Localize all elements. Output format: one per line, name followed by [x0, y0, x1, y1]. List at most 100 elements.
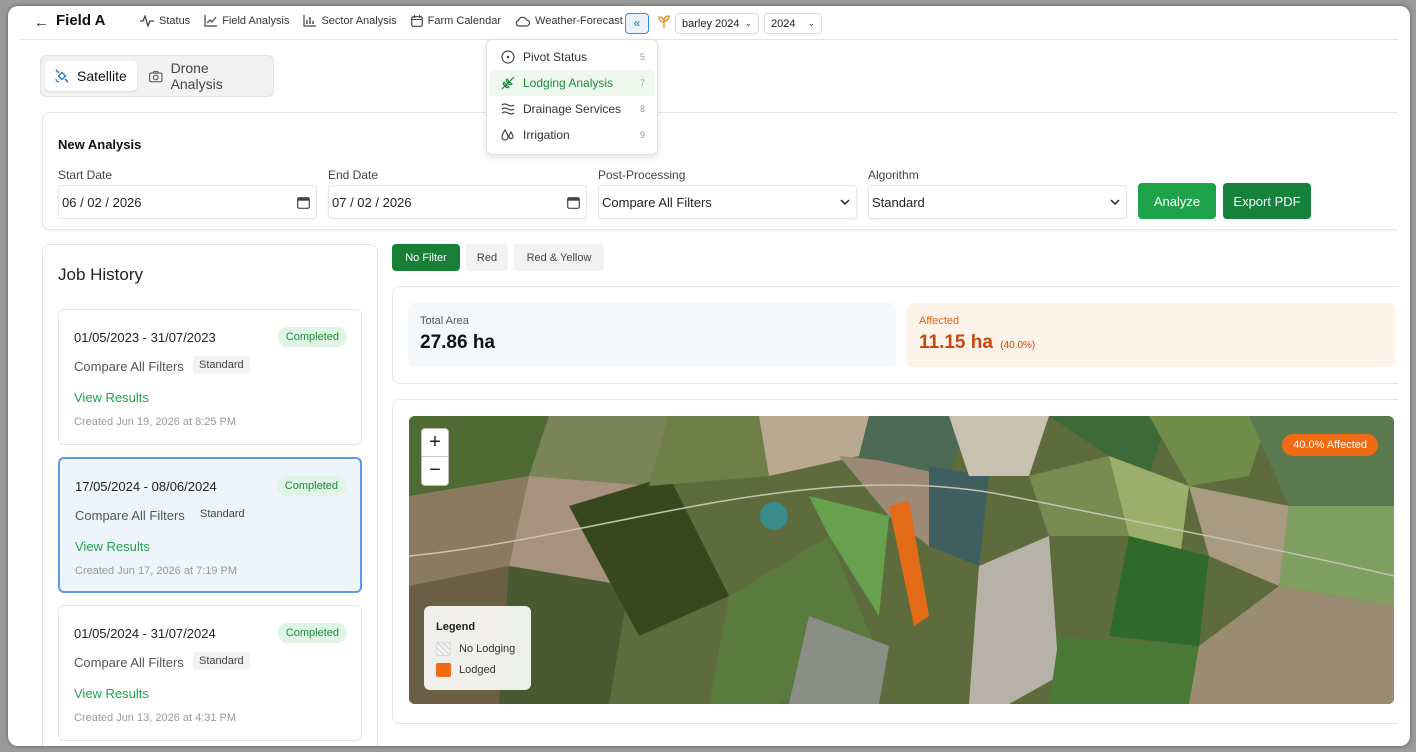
nav-farm-calendar-label: Farm Calendar: [427, 15, 502, 27]
calendar-icon: [410, 15, 423, 27]
job-date-range: 01/05/2023 - 31/07/2023: [74, 330, 216, 345]
zoom-in-button[interactable]: +: [422, 429, 448, 457]
zoom-out-button[interactable]: −: [422, 457, 448, 485]
job-history-title: Job History: [58, 265, 144, 284]
menu-item-shortcut: 5: [639, 52, 645, 62]
job-filter: Compare All Filters: [75, 508, 185, 523]
menu-item-shortcut: 8: [639, 104, 645, 114]
export-pdf-button[interactable]: Export PDF: [1223, 183, 1311, 219]
start-date-value: 06 / 02 / 2026: [62, 194, 142, 210]
line-chart-icon: [204, 15, 218, 27]
year-select[interactable]: 2024 ⌄: [764, 13, 822, 34]
year-select-value: 2024: [771, 17, 796, 30]
droplets-icon: [501, 128, 514, 141]
calendar-icon[interactable]: [567, 196, 580, 209]
tab-satellite-label: Satellite: [77, 68, 127, 84]
algorithm-select[interactable]: Standard: [868, 185, 1127, 219]
legend-row-no-lodging: No Lodging: [436, 642, 515, 656]
menu-item-shortcut: 7: [639, 78, 645, 88]
top-nav: Status Field Analysis Sector Analysis Fa…: [140, 15, 637, 27]
filter-tab-red-yellow[interactable]: Red & Yellow: [514, 244, 604, 271]
legend-title: Legend: [436, 621, 476, 633]
chevron-down-icon: [840, 198, 850, 205]
affected-value-wrap: 11.15 ha (40.0%): [919, 332, 1035, 354]
menu-item-pivot-status[interactable]: Pivot Status 5: [489, 44, 655, 70]
activity-icon: [140, 15, 154, 27]
tab-drone-analysis[interactable]: Drone Analysis: [139, 60, 265, 92]
analyze-button[interactable]: Analyze: [1138, 183, 1216, 219]
window-frame: ← Field A Status Field Analysis Sector A…: [8, 6, 1410, 746]
back-arrow-icon[interactable]: ←: [34, 14, 49, 31]
job-created-time: Created Jun 17, 2026 at 7:19 PM: [75, 565, 238, 577]
menu-item-irrigation[interactable]: Irrigation 9: [489, 122, 655, 148]
bar-chart-icon: [303, 15, 317, 27]
affected-card: Affected 11.15 ha (40.0%): [907, 303, 1395, 367]
legend-swatch-lodged: [436, 663, 451, 677]
tab-satellite[interactable]: Satellite: [45, 61, 137, 91]
view-results-link[interactable]: View Results: [74, 390, 149, 405]
job-algorithm-tag: Standard: [200, 508, 245, 520]
menu-item-label: Pivot Status: [523, 50, 588, 64]
total-area-label: Total Area: [420, 315, 469, 327]
view-results-link[interactable]: View Results: [75, 539, 150, 554]
chevron-down-icon: [1110, 198, 1120, 205]
job-card[interactable]: 01/05/2023 - 31/07/2023 Completed Compar…: [58, 309, 362, 445]
pivot-icon: [501, 50, 515, 64]
filter-tab-no-filter[interactable]: No Filter: [392, 244, 460, 271]
menu-item-drainage-services[interactable]: Drainage Services 8: [489, 96, 655, 122]
satellite-map[interactable]: + − 40.0% Affected Legend No Lodging Lod…: [409, 416, 1394, 704]
menu-item-label: Irrigation: [523, 128, 570, 142]
top-bar: ← Field A Status Field Analysis Sector A…: [20, 6, 1398, 40]
sprout-icon: [658, 15, 670, 28]
post-processing-select[interactable]: Compare All Filters: [598, 185, 857, 219]
new-analysis-title: New Analysis: [58, 137, 142, 152]
job-card[interactable]: 01/05/2024 - 31/07/2024 Completed Compar…: [58, 605, 362, 741]
map-panel: + − 40.0% Affected Legend No Lodging Lod…: [392, 399, 1398, 724]
menu-item-shortcut: 9: [639, 130, 645, 140]
crop-select-value: barley 2024: [682, 17, 740, 30]
satellite-imagery: [409, 416, 1394, 704]
status-badge: Completed: [277, 327, 347, 347]
start-date-field[interactable]: 06 / 02 / 2026: [58, 185, 317, 219]
job-history-panel: Job History 01/05/2023 - 31/07/2023 Comp…: [42, 244, 378, 746]
view-results-link[interactable]: View Results: [74, 686, 149, 701]
affected-percent: (40.0%): [1000, 340, 1036, 351]
status-badge: Completed: [277, 623, 347, 643]
nav-status-label: Status: [159, 15, 191, 27]
job-filter: Compare All Filters: [74, 655, 184, 670]
nav-weather-forecast[interactable]: Weather-Forecast: [515, 15, 623, 27]
legend-swatch-no-lodging: [436, 642, 451, 656]
end-date-label: End Date: [328, 168, 379, 182]
job-card-selected[interactable]: 17/05/2024 - 08/06/2024 Completed Compar…: [58, 457, 362, 593]
total-area-value: 27.86 ha: [420, 332, 495, 353]
end-date-field[interactable]: 07 / 02 / 2026: [328, 185, 587, 219]
zoom-controls: + −: [421, 428, 449, 486]
menu-item-lodging-analysis[interactable]: Lodging Analysis 7: [489, 70, 655, 96]
crop-select[interactable]: barley 2024 ⌄: [675, 13, 759, 34]
start-date-label: Start Date: [58, 168, 113, 182]
wheat-icon: [501, 76, 515, 90]
nav-sector-analysis[interactable]: Sector Analysis: [303, 15, 397, 27]
filter-tab-red[interactable]: Red: [466, 244, 508, 271]
legend-row-lodged: Lodged: [436, 663, 496, 677]
nav-farm-calendar[interactable]: Farm Calendar: [410, 15, 502, 27]
post-processing-value: Compare All Filters: [602, 194, 712, 210]
page-title: Field A: [56, 12, 106, 29]
app-root: ← Field A Status Field Analysis Sector A…: [20, 6, 1398, 746]
nav-field-analysis[interactable]: Field Analysis: [204, 15, 289, 27]
tab-drone-label: Drone Analysis: [170, 60, 223, 92]
nav-status[interactable]: Status: [140, 15, 190, 27]
calendar-icon[interactable]: [297, 196, 310, 209]
job-date-range: 01/05/2024 - 31/07/2024: [74, 626, 216, 641]
algorithm-value: Standard: [872, 194, 925, 210]
job-created-time: Created Jun 19, 2026 at 8:25 PM: [74, 416, 237, 428]
waves-icon: [501, 103, 515, 115]
job-date-range: 17/05/2024 - 08/06/2024: [75, 479, 217, 494]
nav-weather-forecast-label: Weather-Forecast: [535, 15, 623, 27]
collapse-nav-button[interactable]: «: [625, 13, 649, 34]
affected-percent-badge: 40.0% Affected: [1282, 434, 1378, 456]
analysis-menu-dropdown: Pivot Status 5 Lodging Analysis 7 Draina…: [486, 39, 658, 155]
source-tabs: Satellite Drone Analysis: [40, 55, 274, 97]
menu-item-label: Drainage Services: [523, 102, 622, 116]
affected-label: Affected: [919, 315, 960, 327]
